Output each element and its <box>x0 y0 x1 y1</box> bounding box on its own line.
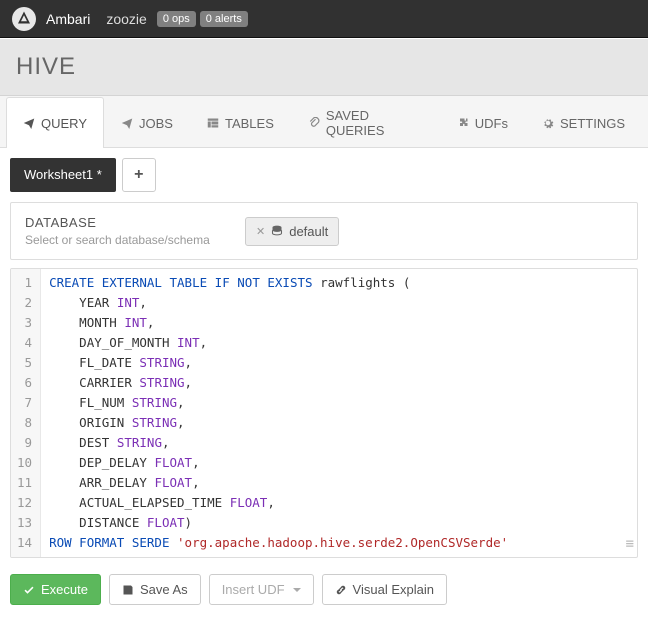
database-icon <box>271 225 283 237</box>
code-line: DISTANCE FLOAT) <box>49 513 629 533</box>
tab-label: SAVED QUERIES <box>326 108 423 138</box>
content-area: Worksheet1 * + DATABASE Select or search… <box>0 148 648 619</box>
table-icon <box>207 117 219 129</box>
code-line: MONTH INT, <box>49 313 629 333</box>
tab-label: SETTINGS <box>560 116 625 131</box>
check-icon <box>23 584 35 596</box>
code-line: ARR_DELAY FLOAT, <box>49 473 629 493</box>
tab-udfs[interactable]: UDFs <box>440 97 525 148</box>
tab-saved-queries[interactable]: SAVED QUERIES <box>291 97 440 148</box>
tab-tables[interactable]: TABLES <box>190 97 291 148</box>
caret-down-icon <box>293 588 301 592</box>
add-worksheet-button[interactable]: + <box>122 158 156 192</box>
code-line: YEAR INT, <box>49 293 629 313</box>
database-hint: Select or search database/schema <box>25 233 225 247</box>
database-selected-chip[interactable]: ✕ default <box>245 217 339 246</box>
main-tabs: QUERY JOBS TABLES SAVED QUERIES UDFs SETTINGS <box>0 96 648 148</box>
tab-jobs[interactable]: JOBS <box>104 97 190 148</box>
remove-db-icon[interactable]: ✕ <box>256 225 265 238</box>
database-selected-name: default <box>289 224 328 239</box>
link-icon <box>335 584 347 596</box>
top-nav: Ambari zoozie 0 ops 0 alerts <box>0 0 648 38</box>
tab-settings[interactable]: SETTINGS <box>525 97 642 148</box>
code-line: FL_NUM STRING, <box>49 393 629 413</box>
gear-icon <box>542 117 554 129</box>
brand-label[interactable]: Ambari <box>46 11 90 27</box>
view-title-bar: HIVE <box>0 38 648 96</box>
save-as-button[interactable]: Save As <box>109 574 201 605</box>
code-line: CARRIER STRING, <box>49 373 629 393</box>
worksheet-tab-active[interactable]: Worksheet1 * <box>10 158 116 192</box>
paper-plane-icon <box>23 117 35 129</box>
visual-explain-label: Visual Explain <box>353 582 434 597</box>
code-line: ROW FORMAT SERDE 'org.apache.hadoop.hive… <box>49 533 629 553</box>
tab-query[interactable]: QUERY <box>6 97 104 148</box>
action-bar: Execute Save As Insert UDF Visual Explai… <box>10 566 638 609</box>
paperclip-icon <box>308 117 320 129</box>
execute-label: Execute <box>41 582 88 597</box>
tab-label: QUERY <box>41 116 87 131</box>
visual-explain-button[interactable]: Visual Explain <box>322 574 447 605</box>
code-line: DEST STRING, <box>49 433 629 453</box>
ops-badge[interactable]: 0 ops <box>157 11 196 27</box>
tab-label: TABLES <box>225 116 274 131</box>
code-line: DEP_DELAY FLOAT, <box>49 453 629 473</box>
code-line: DAY_OF_MONTH INT, <box>49 333 629 353</box>
ambari-logo-icon <box>12 7 36 31</box>
code-line: ACTUAL_ELAPSED_TIME FLOAT, <box>49 493 629 513</box>
insert-udf-dropdown[interactable]: Insert UDF <box>209 574 314 605</box>
execute-button[interactable]: Execute <box>10 574 101 605</box>
code-line: WITH SERDEPROPERTIES <box>49 553 629 557</box>
editor-code[interactable]: CREATE EXTERNAL TABLE IF NOT EXISTS rawf… <box>41 269 637 557</box>
alerts-badge[interactable]: 0 alerts <box>200 11 248 27</box>
database-label: DATABASE <box>25 215 225 230</box>
cluster-name[interactable]: zoozie <box>106 11 146 27</box>
database-panel: DATABASE Select or search database/schem… <box>10 202 638 260</box>
paper-plane-icon <box>121 117 133 129</box>
resize-handle-icon[interactable]: ≡ <box>626 533 631 555</box>
tab-label: JOBS <box>139 116 173 131</box>
code-line: FL_DATE STRING, <box>49 353 629 373</box>
save-icon <box>122 584 134 596</box>
editor-gutter: 123456789101112131415 <box>11 269 41 557</box>
view-title: HIVE <box>16 53 632 81</box>
save-as-label: Save As <box>140 582 188 597</box>
worksheet-tabs: Worksheet1 * + <box>10 158 638 192</box>
puzzle-icon <box>457 117 469 129</box>
sql-editor[interactable]: 123456789101112131415 CREATE EXTERNAL TA… <box>10 268 638 558</box>
tab-label: UDFs <box>475 116 508 131</box>
code-line: CREATE EXTERNAL TABLE IF NOT EXISTS rawf… <box>49 273 629 293</box>
insert-udf-label: Insert UDF <box>222 582 285 597</box>
code-line: ORIGIN STRING, <box>49 413 629 433</box>
